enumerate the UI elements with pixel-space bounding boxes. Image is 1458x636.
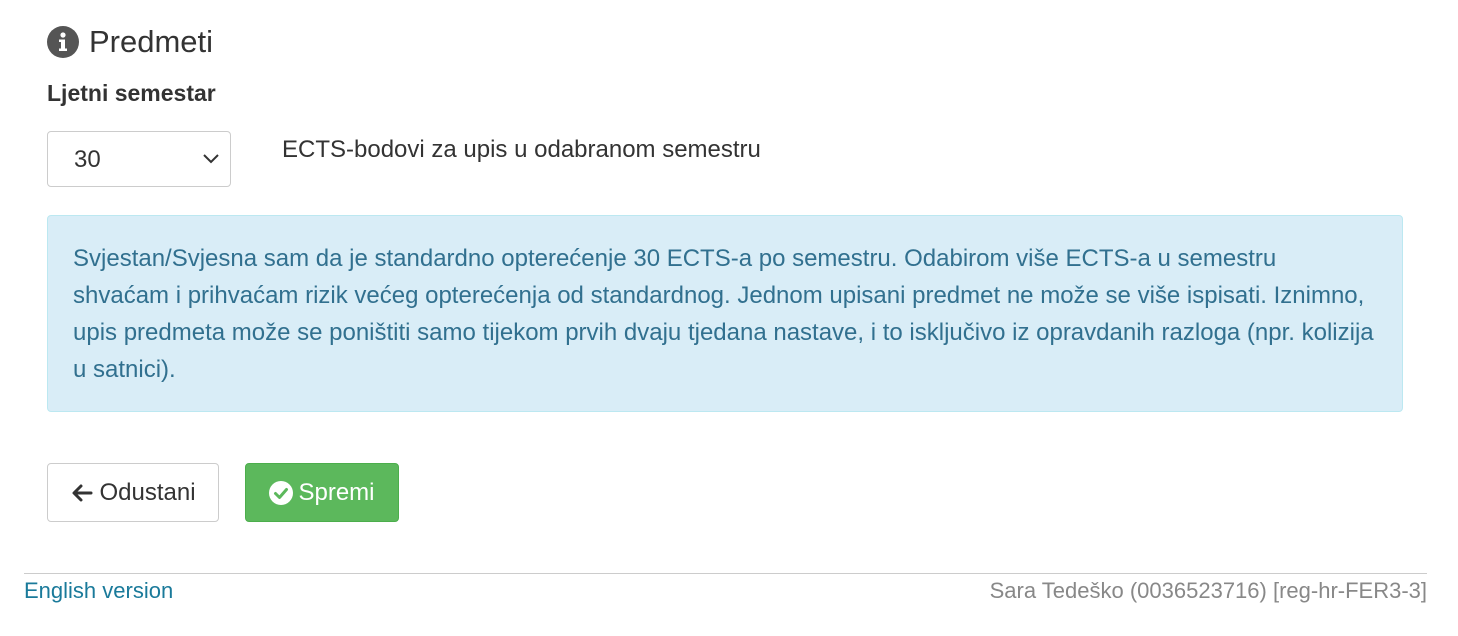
chevron-down-icon [202, 152, 220, 166]
semester-label: Ljetni semestar [47, 80, 216, 106]
info-alert: Svjestan/Svjesna sam da je standardno op… [47, 215, 1403, 412]
english-version-link[interactable]: English version [24, 578, 173, 604]
ects-select[interactable]: 30 [47, 131, 231, 187]
cancel-button-label: Odustani [99, 478, 196, 506]
page-heading: Predmeti [47, 20, 213, 64]
arrow-left-icon [70, 481, 94, 505]
page: Predmeti Ljetni semestar 30 ECTS-bodovi … [0, 0, 1458, 636]
ects-description: ECTS-bodovi za upis u odabranom semestru [282, 136, 761, 163]
user-info: Sara Tedeško (0036523716) [reg-hr-FER3-3… [989, 578, 1427, 603]
info-circle-icon [47, 26, 79, 58]
save-button[interactable]: Spremi [245, 463, 399, 522]
cancel-button[interactable]: Odustani [47, 463, 219, 522]
check-circle-icon [269, 480, 294, 505]
ects-select-value: 30 [74, 146, 101, 173]
footer-divider [24, 573, 1427, 574]
save-button-label: Spremi [298, 478, 375, 506]
page-title: Predmeti [89, 24, 214, 59]
